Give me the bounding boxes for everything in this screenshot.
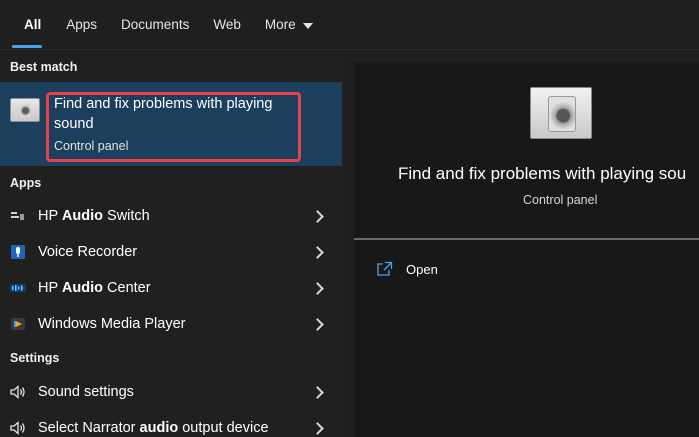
preview-subtitle: Control panel bbox=[523, 193, 598, 207]
sound-troubleshooter-icon bbox=[10, 98, 40, 122]
settings-item-label: Sound settings bbox=[38, 384, 134, 400]
app-item-voice-recorder[interactable]: Voice Recorder bbox=[0, 234, 342, 270]
tab-apps-label: Apps bbox=[66, 17, 98, 32]
tab-documents-label: Documents bbox=[121, 17, 190, 32]
chevron-down-icon bbox=[302, 22, 313, 29]
hp-audio-switch-icon bbox=[11, 212, 24, 220]
chevron-right-icon[interactable] bbox=[311, 245, 324, 259]
app-item-hp-audio-switch[interactable]: HP Audio Switch bbox=[0, 198, 342, 234]
chevron-right-icon[interactable] bbox=[311, 385, 324, 399]
tab-web[interactable]: Web bbox=[201, 0, 253, 50]
best-match-title: Find and fix problems with playing sound bbox=[54, 96, 273, 132]
preview-title: Find and fix problems with playing sou bbox=[398, 164, 687, 183]
app-item-label: Windows Media Player bbox=[38, 316, 186, 332]
preview-panel: Find and fix problems with playing sou C… bbox=[354, 62, 699, 437]
speaker-icon bbox=[10, 385, 25, 399]
tab-documents[interactable]: Documents bbox=[109, 0, 201, 50]
active-tab-indicator bbox=[12, 44, 43, 48]
windows-media-player-icon bbox=[11, 318, 25, 330]
preview-divider bbox=[354, 238, 699, 240]
settings-item-label: Select Narrator audio output device bbox=[38, 420, 269, 436]
open-action[interactable]: Open bbox=[376, 258, 438, 280]
app-item-label: HP Audio Switch bbox=[38, 208, 150, 224]
app-item-label: HP Audio Center bbox=[38, 280, 151, 296]
app-item-windows-media-player[interactable]: Windows Media Player bbox=[0, 306, 342, 342]
search-tabs: All Apps Documents Web More bbox=[0, 0, 699, 50]
tab-apps[interactable]: Apps bbox=[54, 0, 109, 50]
best-match-header: Best match bbox=[10, 60, 78, 74]
voice-recorder-icon bbox=[11, 245, 25, 259]
chevron-right-icon[interactable] bbox=[311, 209, 324, 223]
best-match-item[interactable]: Find and fix problems with playing sound bbox=[0, 82, 342, 166]
speaker-icon bbox=[10, 421, 25, 435]
tab-all[interactable]: All bbox=[0, 0, 54, 50]
results-panel: Best match Find and fix problems with pl… bbox=[0, 51, 342, 437]
tab-more-label: More bbox=[264, 17, 296, 32]
chevron-right-icon[interactable] bbox=[311, 281, 324, 295]
chevron-right-icon[interactable] bbox=[311, 421, 324, 435]
settings-header: Settings bbox=[10, 351, 60, 365]
app-item-label: Voice Recorder bbox=[38, 244, 138, 260]
sound-troubleshooter-icon bbox=[530, 87, 592, 139]
apps-header: Apps bbox=[10, 176, 42, 190]
tab-web-label: Web bbox=[213, 17, 241, 32]
open-label: Open bbox=[406, 261, 438, 277]
chevron-right-icon[interactable] bbox=[311, 317, 324, 331]
tab-more[interactable]: More bbox=[253, 0, 325, 50]
settings-item-sound-settings[interactable]: Sound settings bbox=[0, 374, 342, 410]
search-window: All Apps Documents Web More Best match F… bbox=[0, 0, 699, 437]
best-match-subtitle: Control panel bbox=[54, 139, 129, 153]
open-external-icon bbox=[377, 261, 393, 276]
settings-item-narrator-audio-output[interactable]: Select Narrator audio output device bbox=[0, 410, 342, 437]
tab-all-label: All bbox=[24, 17, 42, 32]
hp-audio-center-icon bbox=[10, 284, 26, 292]
app-item-hp-audio-center[interactable]: HP Audio Center bbox=[0, 270, 342, 306]
